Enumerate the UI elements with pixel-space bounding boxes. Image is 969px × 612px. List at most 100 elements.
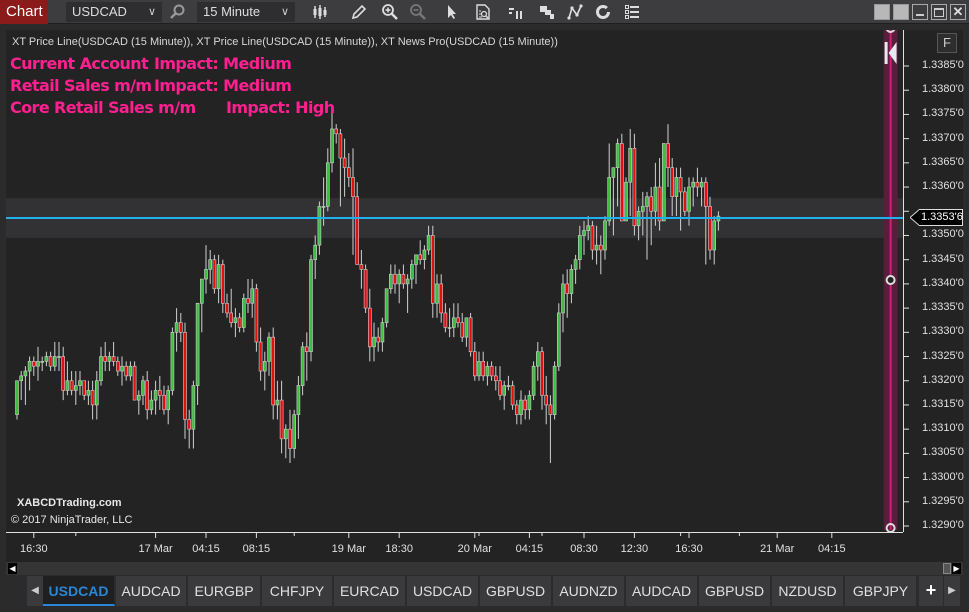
- candle: [573, 254, 578, 284]
- candle-body: [401, 273, 406, 285]
- y-tick-label: 1.3335'0: [922, 301, 964, 314]
- candle: [179, 312, 183, 342]
- x-tick-label: 20 Mar: [457, 543, 492, 555]
- candle-body: [355, 196, 360, 265]
- candle: [456, 303, 460, 328]
- candle: [569, 264, 574, 304]
- tab-audcad[interactable]: AUDCAD: [116, 576, 187, 606]
- candle: [552, 361, 557, 420]
- candle: [191, 380, 196, 449]
- zoom-in-icon[interactable]: [379, 2, 401, 22]
- instrument-selector[interactable]: USDCAD ∨: [66, 2, 162, 22]
- zoom-out-icon[interactable]: [407, 2, 429, 22]
- candle-body: [519, 399, 523, 415]
- candle-body: [69, 380, 74, 391]
- pencil-icon[interactable]: [348, 2, 370, 22]
- tab-gbpjpy[interactable]: GBPJPY: [845, 576, 917, 606]
- close-button[interactable]: ✕: [950, 4, 966, 20]
- candle: [99, 346, 103, 386]
- tab-gbpusd[interactable]: GBPUSD: [480, 576, 552, 606]
- candle-body: [254, 288, 259, 343]
- candle-body: [451, 317, 456, 328]
- tab-chfjpy[interactable]: CHFJPY: [262, 576, 333, 606]
- candle-body: [120, 365, 124, 372]
- candle-body: [527, 394, 532, 411]
- chart-title-tab[interactable]: Chart: [0, 0, 48, 24]
- candle: [69, 371, 74, 396]
- candle: [346, 153, 351, 188]
- candle-body: [246, 298, 250, 304]
- candle-body: [418, 254, 423, 260]
- candle: [405, 274, 410, 313]
- tab-scroll-left-icon[interactable]: ◀: [27, 576, 43, 606]
- candle-body: [489, 365, 494, 377]
- y-tick-label: 1.3385'0: [922, 59, 964, 71]
- f-button[interactable]: F: [937, 33, 957, 53]
- candle-body: [279, 399, 284, 440]
- candle: [158, 375, 162, 410]
- candle-body: [221, 264, 225, 304]
- candle: [325, 148, 330, 212]
- candle-body: [153, 390, 158, 401]
- scrollbar-thumb[interactable]: [943, 563, 951, 574]
- candle: [334, 124, 339, 144]
- candle: [246, 279, 250, 313]
- candle-body: [40, 361, 45, 363]
- tab-scroll-right-icon[interactable]: ▶: [944, 576, 960, 606]
- candle-body: [271, 336, 276, 406]
- pointer-icon[interactable]: [441, 2, 463, 22]
- strategies-icon[interactable]: [564, 2, 586, 22]
- candle-body: [632, 148, 637, 227]
- maximize-button[interactable]: [931, 4, 947, 20]
- data-box-icon[interactable]: [472, 2, 494, 22]
- candle: [632, 133, 637, 236]
- tab-usdcad[interactable]: USDCAD: [43, 576, 115, 606]
- candle: [267, 332, 271, 376]
- scroll-left-icon[interactable]: ◀: [8, 563, 17, 574]
- candle-body: [439, 283, 444, 314]
- candle-body: [342, 157, 347, 168]
- add-tab-button[interactable]: +: [919, 576, 943, 606]
- candle-body: [615, 143, 620, 168]
- candle: [271, 327, 276, 420]
- candle-body: [380, 322, 385, 343]
- interval-selector[interactable]: 15 Minute ∨: [197, 2, 295, 22]
- candle-body: [359, 264, 364, 270]
- chart-panel[interactable]: XT Price Line(USDCAD (15 Minute)), XT Pr…: [6, 30, 964, 562]
- tab-gbpusd[interactable]: GBPUSD: [699, 576, 771, 606]
- candle: [531, 361, 536, 401]
- candle: [498, 366, 502, 401]
- order-panel-icon[interactable]: [505, 2, 527, 22]
- horizontal-scrollbar[interactable]: ◀ ▶: [6, 562, 963, 575]
- candle: [418, 240, 423, 265]
- candle-body: [262, 361, 267, 372]
- tab-eurcad[interactable]: EURCAD: [334, 576, 406, 606]
- tile-button-2[interactable]: [893, 4, 909, 20]
- candle-body: [388, 273, 393, 290]
- candle-body: [624, 181, 628, 222]
- tab-nzdusd[interactable]: NZDUSD: [772, 576, 844, 606]
- tile-button[interactable]: [874, 4, 890, 20]
- tab-usdcad[interactable]: USDCAD: [407, 576, 479, 606]
- tab-eurgbp[interactable]: EURGBP: [188, 576, 261, 606]
- templates-icon[interactable]: [536, 2, 558, 22]
- candle: [275, 380, 280, 420]
- tab-audcad[interactable]: AUDCAD: [626, 576, 698, 606]
- scroll-right-icon[interactable]: ▶: [952, 563, 961, 574]
- candle: [363, 264, 368, 313]
- search-icon[interactable]: [167, 2, 189, 22]
- tab-audnzd[interactable]: AUDNZD: [553, 576, 625, 606]
- reload-icon[interactable]: [592, 2, 614, 22]
- bar-style-icon[interactable]: [309, 2, 331, 22]
- y-tick-label: 1.3300'0: [922, 470, 964, 483]
- candle-body: [275, 399, 280, 406]
- candle-body: [31, 361, 36, 367]
- x-tick-label: 16:30: [675, 543, 703, 555]
- candle: [708, 196, 712, 260]
- candle: [212, 254, 217, 294]
- candle-body: [132, 365, 137, 401]
- minimize-button[interactable]: [912, 4, 928, 20]
- candle-body: [409, 264, 414, 280]
- candle-body: [23, 370, 28, 377]
- properties-icon[interactable]: [621, 2, 643, 22]
